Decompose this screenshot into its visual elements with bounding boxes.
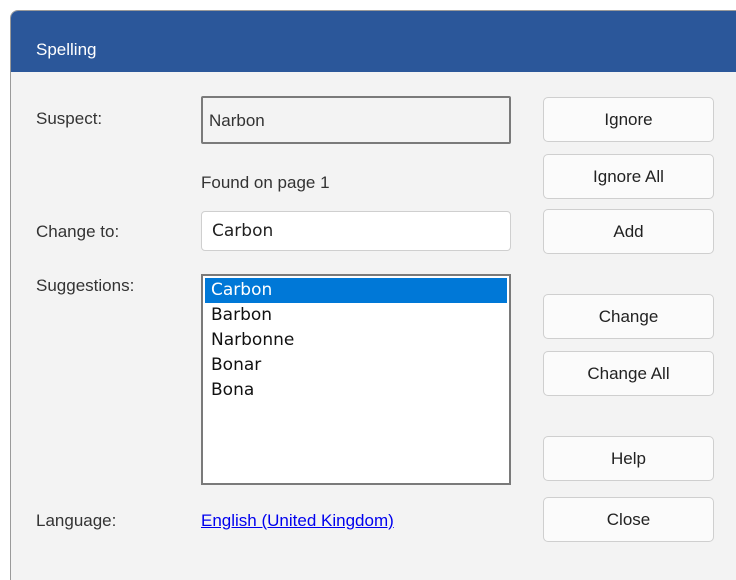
dialog-title: Spelling — [36, 40, 97, 59]
change-to-label: Change to: — [36, 222, 120, 241]
suggestions-list[interactable]: Carbon Barbon Narbonne Bonar Bona — [201, 274, 511, 485]
suggestion-item[interactable]: Narbonne — [205, 328, 507, 353]
suggestion-item[interactable]: Bona — [205, 378, 507, 403]
spelling-dialog: Spelling Suspect: Narbon Found on page 1… — [10, 10, 736, 580]
dialog-titlebar: Spelling — [11, 11, 736, 72]
suspect-word: Narbon — [209, 111, 265, 130]
change-to-input[interactable] — [201, 211, 511, 251]
add-button[interactable]: Add — [543, 209, 714, 254]
language-label: Language: — [36, 511, 117, 530]
suspect-word-box: Narbon — [201, 96, 511, 144]
close-button[interactable]: Close — [543, 497, 714, 542]
suspect-label: Suspect: — [36, 109, 103, 128]
change-button[interactable]: Change — [543, 294, 714, 339]
language-link[interactable]: English (United Kingdom) — [201, 511, 394, 531]
suggestion-item[interactable]: Barbon — [205, 303, 507, 328]
change-all-button[interactable]: Change All — [543, 351, 714, 396]
suggestion-item[interactable]: Bonar — [205, 353, 507, 378]
found-on-page-text: Found on page 1 — [201, 173, 330, 192]
suggestion-item[interactable]: Carbon — [205, 278, 507, 303]
ignore-button[interactable]: Ignore — [543, 97, 714, 142]
help-button[interactable]: Help — [543, 436, 714, 481]
ignore-all-button[interactable]: Ignore All — [543, 154, 714, 199]
suggestions-label: Suggestions: — [36, 276, 135, 295]
